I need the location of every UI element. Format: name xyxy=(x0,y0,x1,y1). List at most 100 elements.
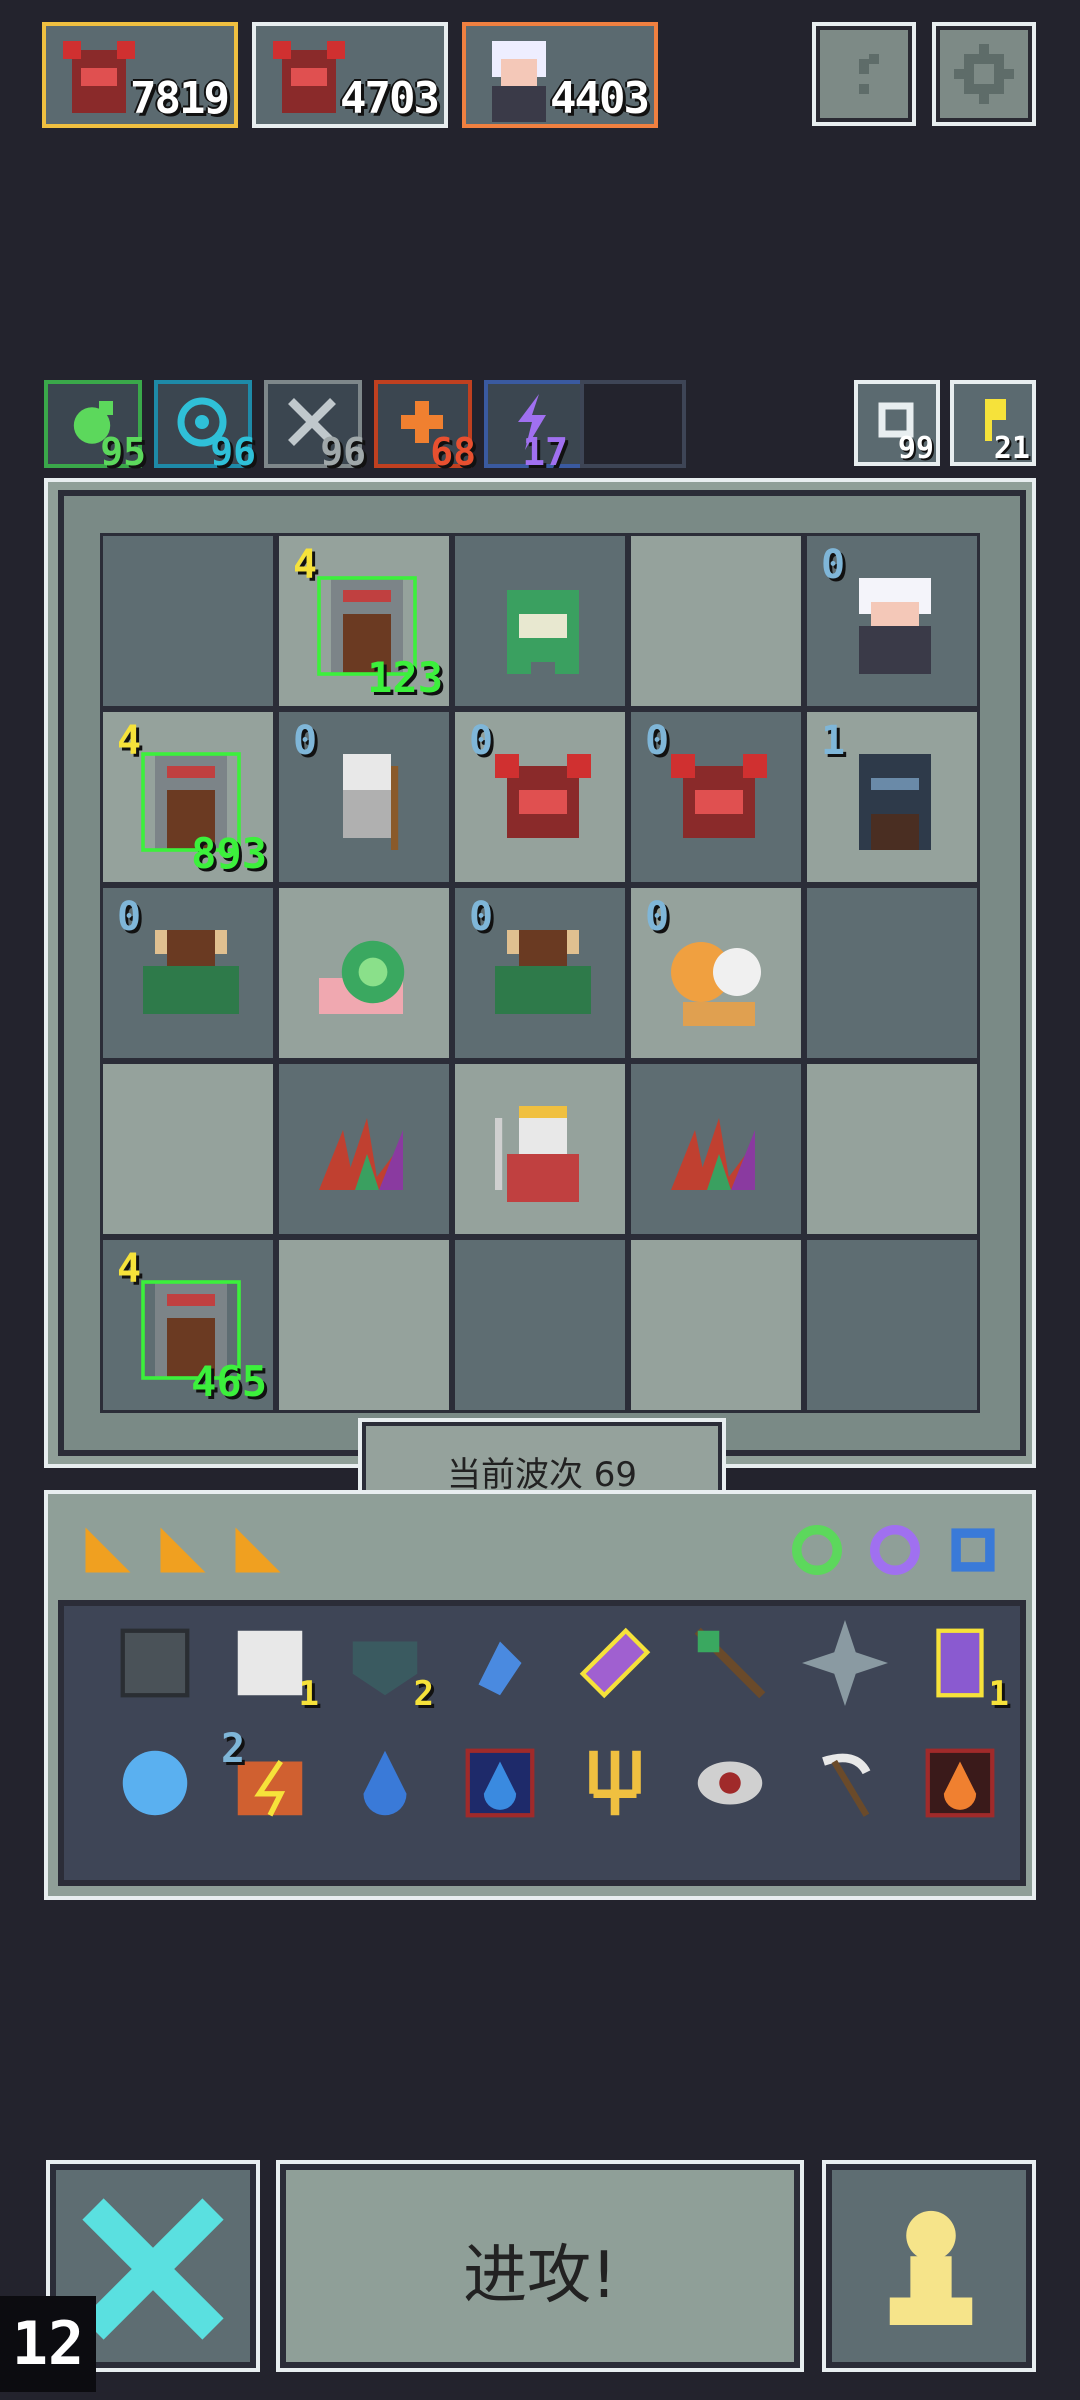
card-icon xyxy=(85,1527,131,1573)
board-cell[interactable]: 0 xyxy=(804,533,980,709)
board-cell[interactable]: 0 xyxy=(452,709,628,885)
settings-button[interactable] xyxy=(932,22,1036,126)
board-cell[interactable] xyxy=(452,1061,628,1237)
pawn-icon xyxy=(889,2210,973,2325)
hero-hp: 4703 xyxy=(340,73,440,124)
help-button[interactable] xyxy=(812,22,916,126)
unit-level: 0 xyxy=(645,894,670,940)
board-cell[interactable]: 0 xyxy=(276,709,452,885)
inventory-item[interactable]: 2 xyxy=(342,1620,434,1714)
unit-level: 1 xyxy=(821,718,846,764)
green-dragon-icon xyxy=(507,590,579,674)
refresh-counter[interactable]: 99 xyxy=(854,380,940,466)
scythe-icon xyxy=(822,1753,871,1817)
board-cell[interactable]: 1 xyxy=(804,709,980,885)
board-cell[interactable] xyxy=(452,533,628,709)
green-arrow-icon xyxy=(694,1627,766,1699)
board-cell[interactable]: 0 xyxy=(452,885,628,1061)
board-cell[interactable] xyxy=(100,1061,276,1237)
resource-bar-empty xyxy=(580,380,686,468)
inventory-item[interactable] xyxy=(572,1620,658,1706)
inventory-item[interactable] xyxy=(917,1740,1003,1826)
inventory-item[interactable] xyxy=(112,1740,198,1826)
blue-gem-icon xyxy=(951,1528,995,1572)
key-counter[interactable]: 21 xyxy=(950,380,1036,466)
board-cell[interactable] xyxy=(804,1061,980,1237)
board-cell[interactable] xyxy=(100,533,276,709)
battle-grid[interactable]: 4 123 0 4 893 0 0 0 1 0 0 0 4 465 xyxy=(100,533,980,1413)
board-cell[interactable]: 4 893 xyxy=(100,709,276,885)
skeleton-king-icon xyxy=(495,1106,579,1202)
board-cell[interactable]: 4 123 xyxy=(276,533,452,709)
resource-value: 17 xyxy=(522,430,568,474)
inventory-item[interactable] xyxy=(802,1620,888,1706)
inventory-item[interactable]: 2 xyxy=(221,1726,313,1826)
inventory-item[interactable] xyxy=(457,1740,543,1826)
board-cell[interactable]: 0 xyxy=(628,885,804,1061)
water-drop-icon xyxy=(363,1750,407,1816)
inventory-item[interactable] xyxy=(457,1620,543,1706)
snail-icon xyxy=(319,940,405,1014)
inventory-item[interactable]: 1 xyxy=(917,1620,1009,1714)
dark-knight-icon xyxy=(859,754,931,850)
unit-level: 0 xyxy=(469,894,494,940)
hero-portrait-1[interactable]: 7819 xyxy=(42,22,238,128)
resource-value: 96 xyxy=(320,430,366,474)
gem-tab[interactable] xyxy=(780,1504,1020,1594)
resource-red: 68 xyxy=(374,380,476,474)
item-quantity: 2 xyxy=(413,1674,434,1714)
hero-portrait-2[interactable]: 4703 xyxy=(252,22,448,128)
board-cell[interactable]: 0 xyxy=(628,709,804,885)
board-cell[interactable] xyxy=(804,885,980,1061)
board-cell[interactable] xyxy=(452,1237,628,1413)
red-dragon-icon xyxy=(495,754,591,838)
white-haired-mage-icon xyxy=(859,578,931,674)
item-level: 2 xyxy=(221,1726,246,1772)
board-cell[interactable] xyxy=(628,1237,804,1413)
unit-button[interactable] xyxy=(822,2160,1036,2372)
resource-value: 68 xyxy=(430,430,476,474)
inventory-item[interactable] xyxy=(112,1620,198,1706)
inventory-item[interactable] xyxy=(342,1740,428,1826)
crystal-plant-icon xyxy=(671,1118,755,1190)
question-icon xyxy=(849,54,879,94)
board-cell[interactable] xyxy=(628,1061,804,1237)
wave-label: 当前波次 69 xyxy=(446,1454,638,1495)
minotaur-icon xyxy=(495,930,591,1014)
board-cell[interactable] xyxy=(276,1237,452,1413)
purple-gem-icon xyxy=(870,1525,920,1575)
card-tab[interactable] xyxy=(58,1504,308,1594)
board-cell[interactable] xyxy=(276,885,452,1061)
red-eye-icon xyxy=(697,1761,763,1805)
hero-portrait-3[interactable]: 4403 xyxy=(462,22,658,128)
hero-hp: 7819 xyxy=(130,73,230,124)
card-icon xyxy=(160,1527,206,1573)
refresh-count: 99 xyxy=(897,431,934,466)
board-cell[interactable] xyxy=(628,533,804,709)
inventory-item[interactable] xyxy=(572,1740,658,1826)
inventory-item[interactable] xyxy=(687,1740,773,1826)
turn-counter: 12 xyxy=(0,2296,96,2392)
resource-gray: 96 xyxy=(264,380,366,474)
inventory-item[interactable]: 1 xyxy=(227,1620,319,1714)
key-count: 21 xyxy=(993,431,1030,466)
blue-orb-icon xyxy=(122,1750,188,1816)
board-cell[interactable]: 0 xyxy=(100,885,276,1061)
item-quantity: 1 xyxy=(298,1674,319,1714)
minotaur-icon xyxy=(143,930,239,1014)
board-cell[interactable] xyxy=(276,1061,452,1237)
unit-level: 0 xyxy=(645,718,670,764)
green-gem-icon xyxy=(792,1525,842,1575)
purple-key-icon xyxy=(579,1627,651,1699)
unit-level: 0 xyxy=(469,718,494,764)
gold-trident-icon xyxy=(589,1750,641,1816)
inventory-item[interactable] xyxy=(687,1620,773,1706)
board-cell[interactable]: 4 465 xyxy=(100,1237,276,1413)
board-cell[interactable] xyxy=(804,1237,980,1413)
attack-button[interactable]: 进攻! xyxy=(276,2160,804,2372)
gear-icon xyxy=(954,44,1014,104)
inventory-item[interactable] xyxy=(802,1740,888,1826)
unit-count: 123 xyxy=(367,653,443,702)
unit-level: 0 xyxy=(293,718,318,764)
resource-cyan: 96 xyxy=(154,380,256,474)
